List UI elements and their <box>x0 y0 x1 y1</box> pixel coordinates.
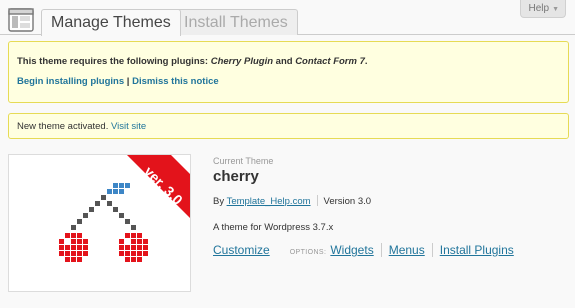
options-label: OPTIONS: <box>289 249 327 256</box>
theme-screenshot: ver. 3.0 <box>8 154 191 292</box>
theme-description: A theme for Wordpress 3.7.x <box>213 222 334 233</box>
theme-byline: By Template_Help.com Version 3.0 <box>213 195 371 207</box>
activated-message: New theme activated. Visit site <box>17 121 146 133</box>
customize-link[interactable]: Customize <box>213 243 270 257</box>
notice-text-and: and <box>273 56 296 67</box>
themes-screen-icon <box>8 7 34 33</box>
dismiss-notice-link[interactable]: Dismiss this notice <box>132 76 219 87</box>
theme-name: cherry <box>213 168 259 185</box>
link-separator: | <box>124 76 133 87</box>
notice-text: This theme requires the following plugin… <box>17 56 211 67</box>
theme-version: Version 3.0 <box>323 196 372 207</box>
plugin-name-cherry: Cherry Plugin <box>210 56 274 67</box>
begin-installing-link[interactable]: Begin installing plugins <box>17 76 124 87</box>
options-divider <box>431 243 433 257</box>
theme-actions: Customize OPTIONS: Widgets Menus Install Plu… <box>213 243 514 257</box>
theme-activated-notice: New theme activated. Visit site <box>8 113 569 139</box>
options-divider <box>380 243 382 257</box>
current-theme-label: Current Theme <box>213 156 274 166</box>
help-label: Help <box>528 3 550 14</box>
notice-text-end: . <box>364 56 368 67</box>
tab-install-themes[interactable]: Install Themes <box>174 9 298 35</box>
required-plugins-message: This theme requires the following plugin… <box>17 56 368 68</box>
notice-actions: Begin installing plugins | Dismiss this … <box>17 76 219 88</box>
help-button[interactable]: Help ▼ <box>520 0 566 18</box>
widgets-link[interactable]: Widgets <box>330 243 373 257</box>
required-plugins-notice: This theme requires the following plugin… <box>8 41 569 103</box>
plugin-name-contact-form: Contact Form 7 <box>295 56 365 67</box>
caret-down-icon: ▼ <box>552 6 559 13</box>
menus-link[interactable]: Menus <box>389 243 425 257</box>
cherry-pixel-logo: ver. 3.0 <box>59 155 190 262</box>
by-prefix: By <box>213 196 227 207</box>
tab-manage-themes[interactable]: Manage Themes <box>41 9 181 36</box>
author-link[interactable]: Template_Help.com <box>227 196 311 207</box>
install-plugins-link[interactable]: Install Plugins <box>440 243 514 257</box>
activated-text: New theme activated. <box>17 121 111 132</box>
byline-divider <box>316 195 318 206</box>
visit-site-link[interactable]: Visit site <box>111 121 146 132</box>
